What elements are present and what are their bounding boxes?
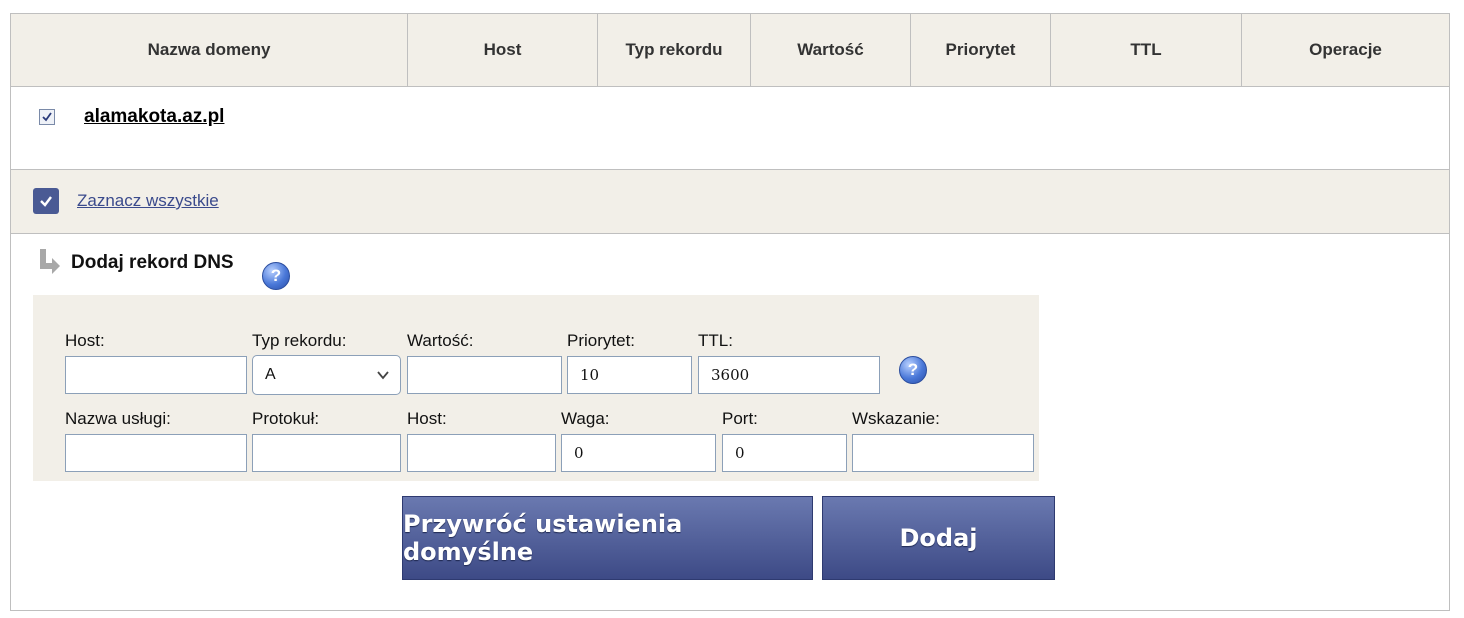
priority-input[interactable]: 10 <box>567 356 692 394</box>
header-value: Wartość <box>751 14 911 86</box>
header-host: Host <box>408 14 598 86</box>
target-input[interactable] <box>852 434 1034 472</box>
protocol-input[interactable] <box>252 434 401 472</box>
check-icon <box>42 112 52 122</box>
host2-label: Host: <box>407 409 447 428</box>
table-header: Nazwa domeny Host Typ rekordu Wartość Pr… <box>11 14 1449 87</box>
value-input[interactable] <box>407 356 562 394</box>
header-record-type: Typ rekordu <box>598 14 751 86</box>
help-icon[interactable]: ? <box>899 356 927 384</box>
host-label: Host: <box>65 331 105 350</box>
record-type-label: Typ rekordu: <box>252 331 347 350</box>
domain-link[interactable]: alamakota.az.pl <box>84 106 224 128</box>
table-row: alamakota.az.pl <box>11 87 1449 170</box>
header-ttl: TTL <box>1051 14 1242 86</box>
weight-label: Waga: <box>561 409 610 428</box>
select-all-row: Zaznacz wszystkie <box>11 170 1449 234</box>
service-name-label: Nazwa usługi: <box>65 409 171 428</box>
port-label: Port: <box>722 409 758 428</box>
host-input[interactable] <box>65 356 247 394</box>
check-icon <box>40 196 52 207</box>
select-all-checkbox[interactable] <box>33 188 59 214</box>
add-dns-title: Dodaj rekord DNS <box>71 252 234 273</box>
reset-defaults-button[interactable]: Przywróć ustawienia domyślne <box>402 496 813 580</box>
add-button[interactable]: Dodaj <box>822 496 1055 580</box>
host2-input[interactable] <box>407 434 556 472</box>
header-priority: Priorytet <box>911 14 1051 86</box>
service-name-input[interactable] <box>65 434 247 472</box>
value-label: Wartość: <box>407 331 474 350</box>
record-type-select[interactable]: A <box>252 355 401 395</box>
target-label: Wskazanie: <box>852 409 940 428</box>
port-input[interactable]: 0 <box>722 434 847 472</box>
domain-checkbox[interactable] <box>39 109 55 125</box>
header-domain-name: Nazwa domeny <box>11 14 408 86</box>
help-icon[interactable]: ? <box>262 262 290 290</box>
ttl-input[interactable]: 3600 <box>698 356 880 394</box>
ttl-label: TTL: <box>698 331 733 350</box>
header-operations: Operacje <box>1309 40 1382 59</box>
record-type-value: A <box>265 366 276 383</box>
chevron-down-icon <box>377 371 389 380</box>
weight-input[interactable]: 0 <box>561 434 716 472</box>
select-all-link[interactable]: Zaznacz wszystkie <box>77 191 219 211</box>
protocol-label: Protokuł: <box>252 409 320 428</box>
arrow-down-right-icon <box>40 249 60 274</box>
priority-label: Priorytet: <box>567 331 636 350</box>
